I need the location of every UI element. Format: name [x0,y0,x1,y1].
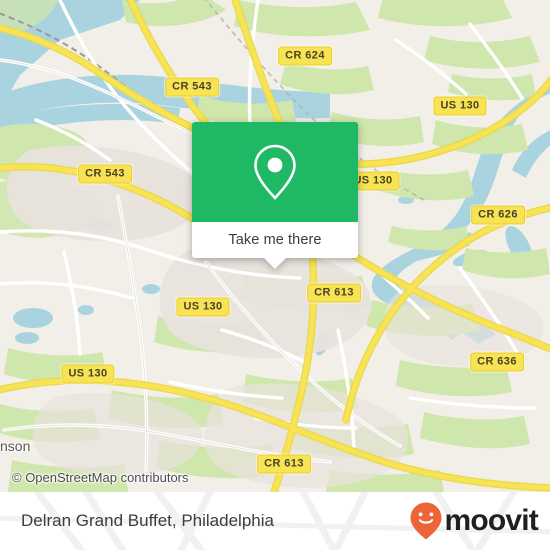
road-shield: US 130 [176,297,230,317]
road-shield: CR 613 [307,283,361,303]
location-pin-icon [254,144,296,200]
popup-tail [264,258,286,269]
road-shield: CR 636 [470,352,524,372]
take-me-there-label: Take me there [228,232,322,248]
place-title: Delran Grand Buffet, Philadelphia [21,511,274,530]
take-me-there-button[interactable]: Take me there [192,222,358,269]
moovit-wordmark: moovit [444,504,538,537]
road-shield: CR 626 [471,205,525,225]
map-screenshot: CR 543 CR 624 US 130 CR 543 US 130 CR 626 US 1… [0,0,550,550]
road-shield: CR 624 [278,46,332,66]
road-shield: CR 543 [78,164,132,184]
road-shield: CR 613 [257,454,311,474]
moovit-smiley-pin-icon [410,502,442,540]
road-shield: US 130 [61,364,115,384]
osm-attribution[interactable]: © OpenStreetMap contributors [12,470,189,485]
place-label: nson [0,438,31,454]
map-canvas[interactable]: CR 543 CR 624 US 130 CR 543 US 130 CR 626 US 1… [0,0,550,492]
footer-bar: Delran Grand Buffet, Philadelphia moovit [0,492,550,550]
location-popup-card[interactable]: Take me there [192,122,358,269]
road-shield: CR 543 [165,77,219,97]
moovit-logo[interactable]: moovit [409,501,539,541]
road-shield: US 130 [433,96,487,116]
popup-pin-panel [192,122,358,222]
